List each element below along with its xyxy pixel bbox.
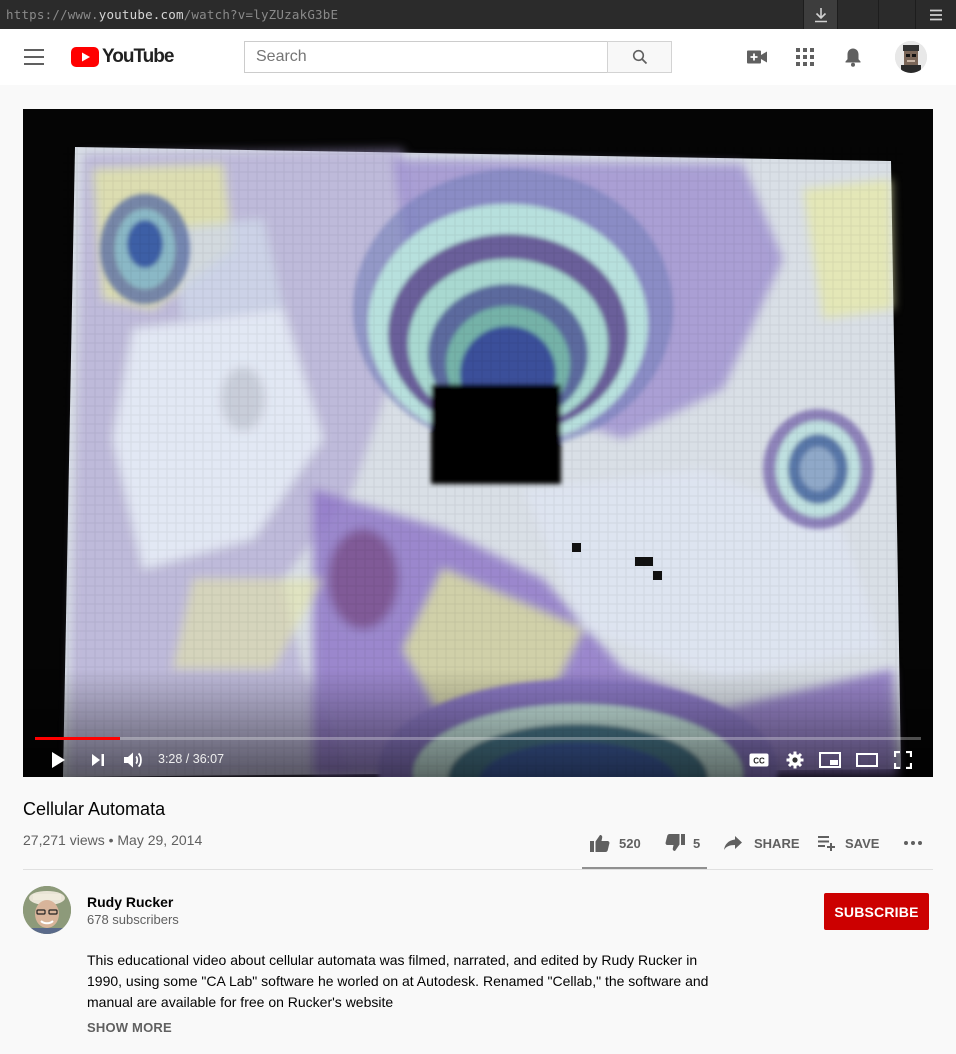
logo-wordmark: YouTube bbox=[102, 46, 174, 67]
save-label: SAVE bbox=[845, 835, 880, 851]
url-path: /watch?v=lyZUzakG3bE bbox=[183, 7, 339, 22]
svg-text:CC: CC bbox=[753, 757, 765, 766]
closed-captions-icon: CC bbox=[749, 753, 769, 767]
download-button[interactable] bbox=[803, 0, 837, 29]
search-icon bbox=[632, 49, 647, 65]
url-prefix: https://www. bbox=[6, 7, 99, 22]
browser-toolbar-slot[interactable] bbox=[878, 0, 915, 29]
fullscreen-icon bbox=[894, 751, 912, 769]
browser-menu-button[interactable] bbox=[915, 0, 956, 29]
apps-grid-icon bbox=[796, 48, 814, 66]
create-video-button[interactable] bbox=[745, 45, 769, 69]
menu-icon bbox=[930, 9, 942, 20]
search-button[interactable] bbox=[607, 41, 672, 73]
next-icon bbox=[92, 754, 104, 766]
thumbs-up-icon bbox=[590, 835, 610, 852]
guide-menu-button[interactable] bbox=[24, 49, 44, 65]
progress-played bbox=[35, 737, 121, 740]
progress-bar[interactable] bbox=[35, 737, 921, 740]
video-description: This educational video about cellular au… bbox=[87, 952, 709, 1010]
video-title: Cellular Automata bbox=[23, 799, 166, 819]
fullscreen-button[interactable] bbox=[891, 749, 915, 771]
share-arrow-icon bbox=[724, 836, 742, 850]
browser-url-bar: https://www.youtube.com/watch?v=lyZUzakG… bbox=[0, 0, 956, 29]
miniplayer-button[interactable] bbox=[818, 749, 842, 771]
channel-avatar[interactable] bbox=[23, 886, 71, 934]
dislike-button[interactable]: 5 bbox=[665, 832, 700, 854]
next-button[interactable] bbox=[87, 749, 109, 771]
avatar-image bbox=[895, 41, 927, 73]
share-label: SHARE bbox=[754, 835, 800, 851]
play-button[interactable] bbox=[47, 749, 69, 771]
channel-name[interactable]: Rudy Rucker bbox=[87, 894, 173, 910]
volume-icon bbox=[124, 752, 142, 768]
browser-toolbar-slot[interactable] bbox=[837, 0, 878, 29]
share-button[interactable]: SHARE bbox=[723, 832, 800, 854]
like-button[interactable]: 520 bbox=[590, 832, 641, 854]
subscriber-count: 678 subscribers bbox=[87, 912, 179, 927]
view-count-date: 27,271 views • May 29, 2014 bbox=[23, 832, 203, 848]
masthead: YouTube bbox=[0, 29, 956, 85]
download-icon bbox=[814, 7, 827, 22]
video-player[interactable]: 3:28 / 36:07 CC bbox=[23, 109, 933, 777]
notifications-button[interactable] bbox=[841, 45, 865, 69]
gear-icon bbox=[786, 751, 804, 769]
save-button[interactable]: SAVE bbox=[817, 832, 879, 854]
thumbs-down-icon bbox=[665, 834, 685, 851]
miniplayer-icon bbox=[819, 752, 841, 768]
youtube-play-logo-icon bbox=[71, 47, 99, 67]
theater-mode-button[interactable] bbox=[855, 749, 879, 771]
search-box bbox=[244, 41, 608, 73]
url-domain: youtube.com bbox=[98, 7, 184, 22]
bell-icon bbox=[845, 48, 861, 67]
mute-button[interactable] bbox=[122, 749, 146, 771]
time-display: 3:28 / 36:07 bbox=[158, 752, 225, 766]
play-icon bbox=[52, 752, 65, 768]
video-camera-plus-icon bbox=[747, 50, 767, 64]
channel-avatar-image bbox=[23, 886, 71, 934]
url-field[interactable]: https://www.youtube.com/watch?v=lyZUzakG… bbox=[6, 7, 338, 22]
settings-button[interactable] bbox=[783, 749, 807, 771]
captions-button[interactable]: CC bbox=[747, 749, 771, 771]
video-frame bbox=[23, 109, 933, 777]
more-actions-button[interactable] bbox=[903, 832, 923, 854]
subscribe-button[interactable]: SUBSCRIBE bbox=[824, 893, 929, 930]
dislike-count: 5 bbox=[693, 835, 701, 851]
search-input[interactable] bbox=[245, 42, 607, 72]
show-more-button[interactable]: SHOW MORE bbox=[87, 1020, 172, 1035]
youtube-logo[interactable]: YouTube bbox=[71, 46, 174, 67]
apps-button[interactable] bbox=[793, 45, 817, 69]
like-count: 520 bbox=[619, 835, 641, 851]
account-avatar[interactable] bbox=[895, 41, 927, 73]
more-horizontal-icon bbox=[904, 841, 922, 845]
divider bbox=[23, 869, 933, 870]
add-to-playlist-icon bbox=[818, 836, 835, 851]
theater-mode-icon bbox=[856, 753, 878, 767]
